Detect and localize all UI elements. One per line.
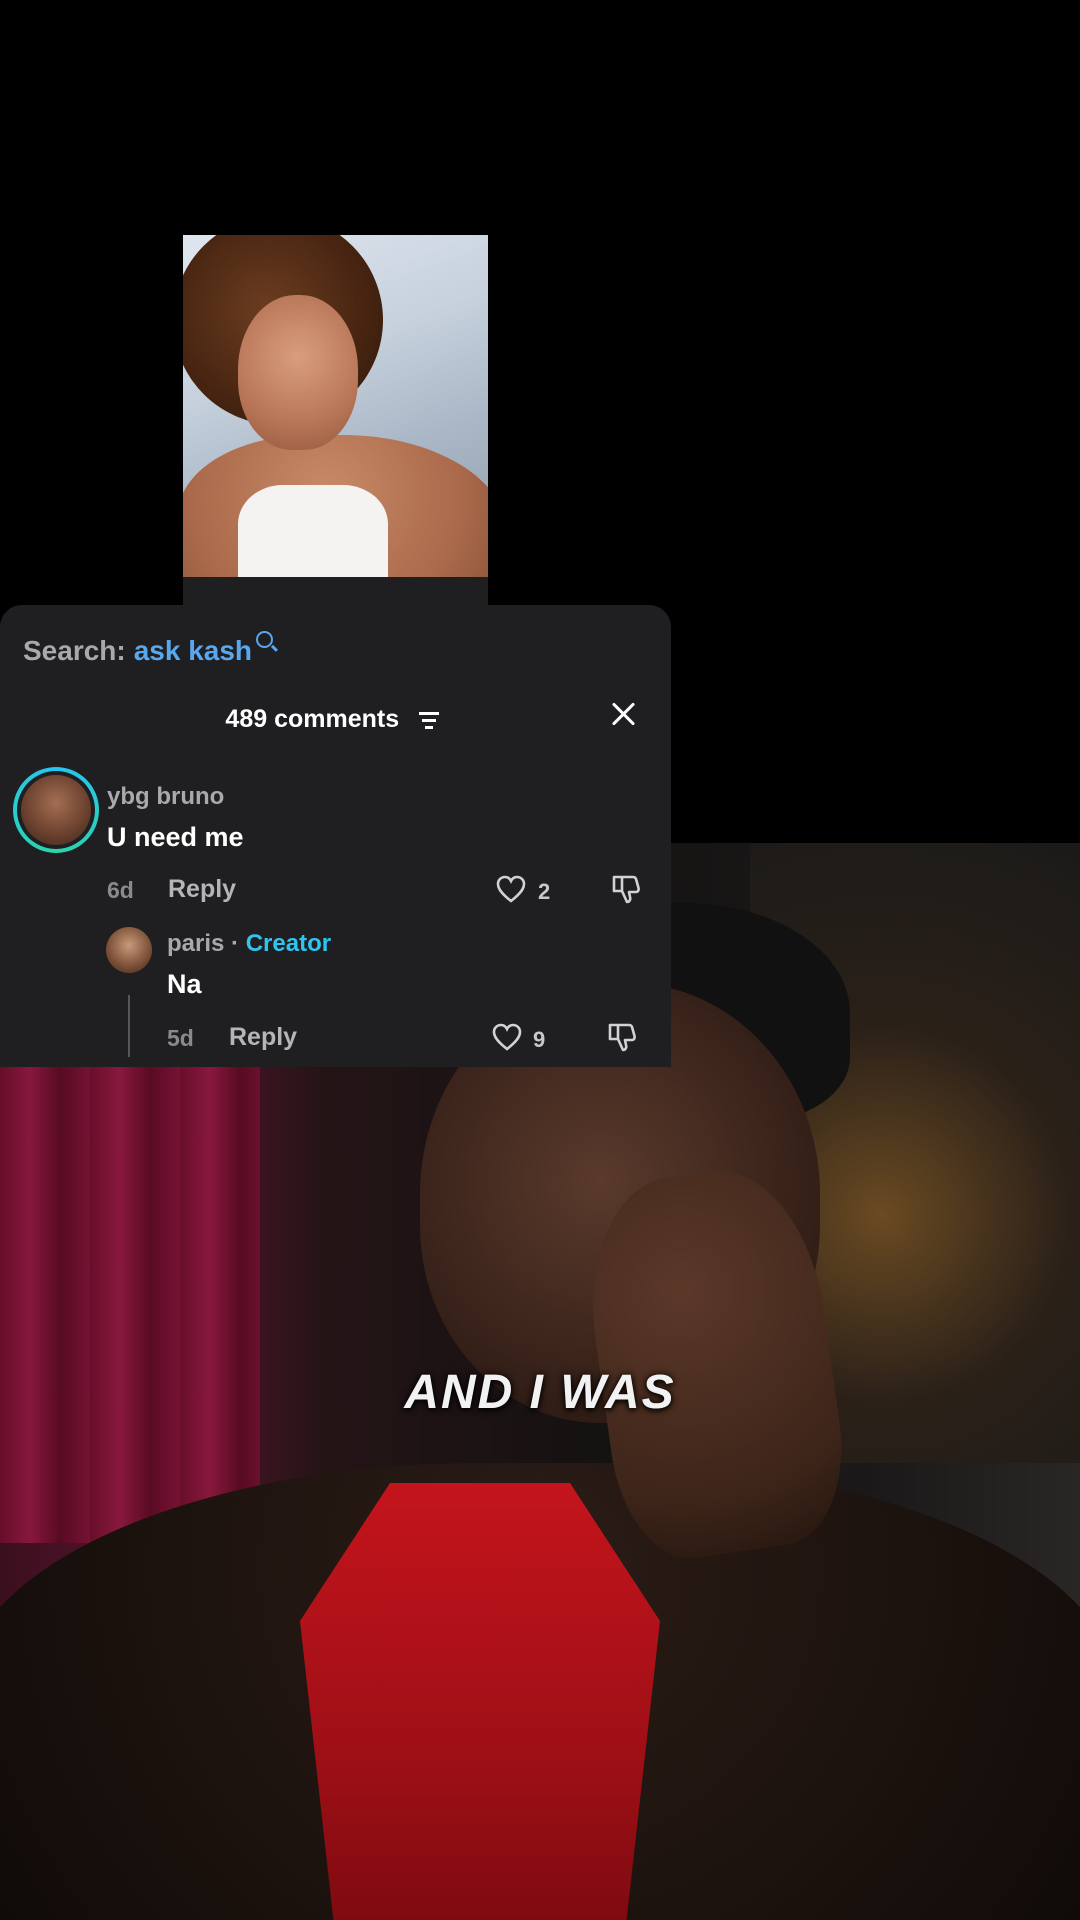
avatar-image	[21, 775, 91, 845]
heart-icon[interactable]	[492, 1023, 522, 1051]
creator-badge: Creator	[245, 930, 332, 957]
like-count: 2	[538, 879, 551, 904]
dislike-icon[interactable]	[606, 1021, 638, 1053]
dislike-icon[interactable]	[610, 873, 642, 905]
reply-button[interactable]: Reply	[168, 875, 236, 904]
search-suggestion[interactable]: Search: ask kash	[23, 631, 274, 667]
video-caption: AND I WAS	[404, 1366, 676, 1419]
like-count: 9	[533, 1027, 546, 1052]
comment-age: 5d	[167, 1025, 194, 1051]
close-icon[interactable]	[608, 699, 638, 729]
comment-username-line: paris · Creator	[167, 930, 331, 958]
reply-button[interactable]: Reply	[229, 1023, 297, 1052]
search-icon	[256, 631, 274, 648]
comment-count: 489 comments	[225, 705, 400, 733]
photo-ground	[183, 577, 488, 605]
heart-icon[interactable]	[496, 875, 526, 903]
avatar[interactable]	[13, 767, 99, 853]
filter-icon[interactable]	[418, 711, 440, 729]
comments-header: 489 comments	[0, 705, 671, 734]
separator: ·	[231, 930, 240, 957]
search-label: Search:	[23, 635, 126, 666]
comment-text: Na	[167, 969, 202, 999]
video-shirt	[300, 1483, 660, 1920]
avatar[interactable]	[106, 927, 152, 973]
search-query[interactable]: ask kash	[134, 635, 252, 666]
comments-panel: Search: ask kash 489 comments ybg bruno U…	[0, 605, 671, 1067]
comment-username[interactable]: ybg bruno	[107, 783, 224, 811]
thread-line	[128, 995, 130, 1057]
comment-age: 6d	[107, 877, 134, 903]
comment-username[interactable]: paris	[167, 930, 224, 957]
photo-face	[238, 295, 358, 450]
comment-text: U need me	[107, 822, 244, 852]
post-photo	[183, 235, 488, 605]
